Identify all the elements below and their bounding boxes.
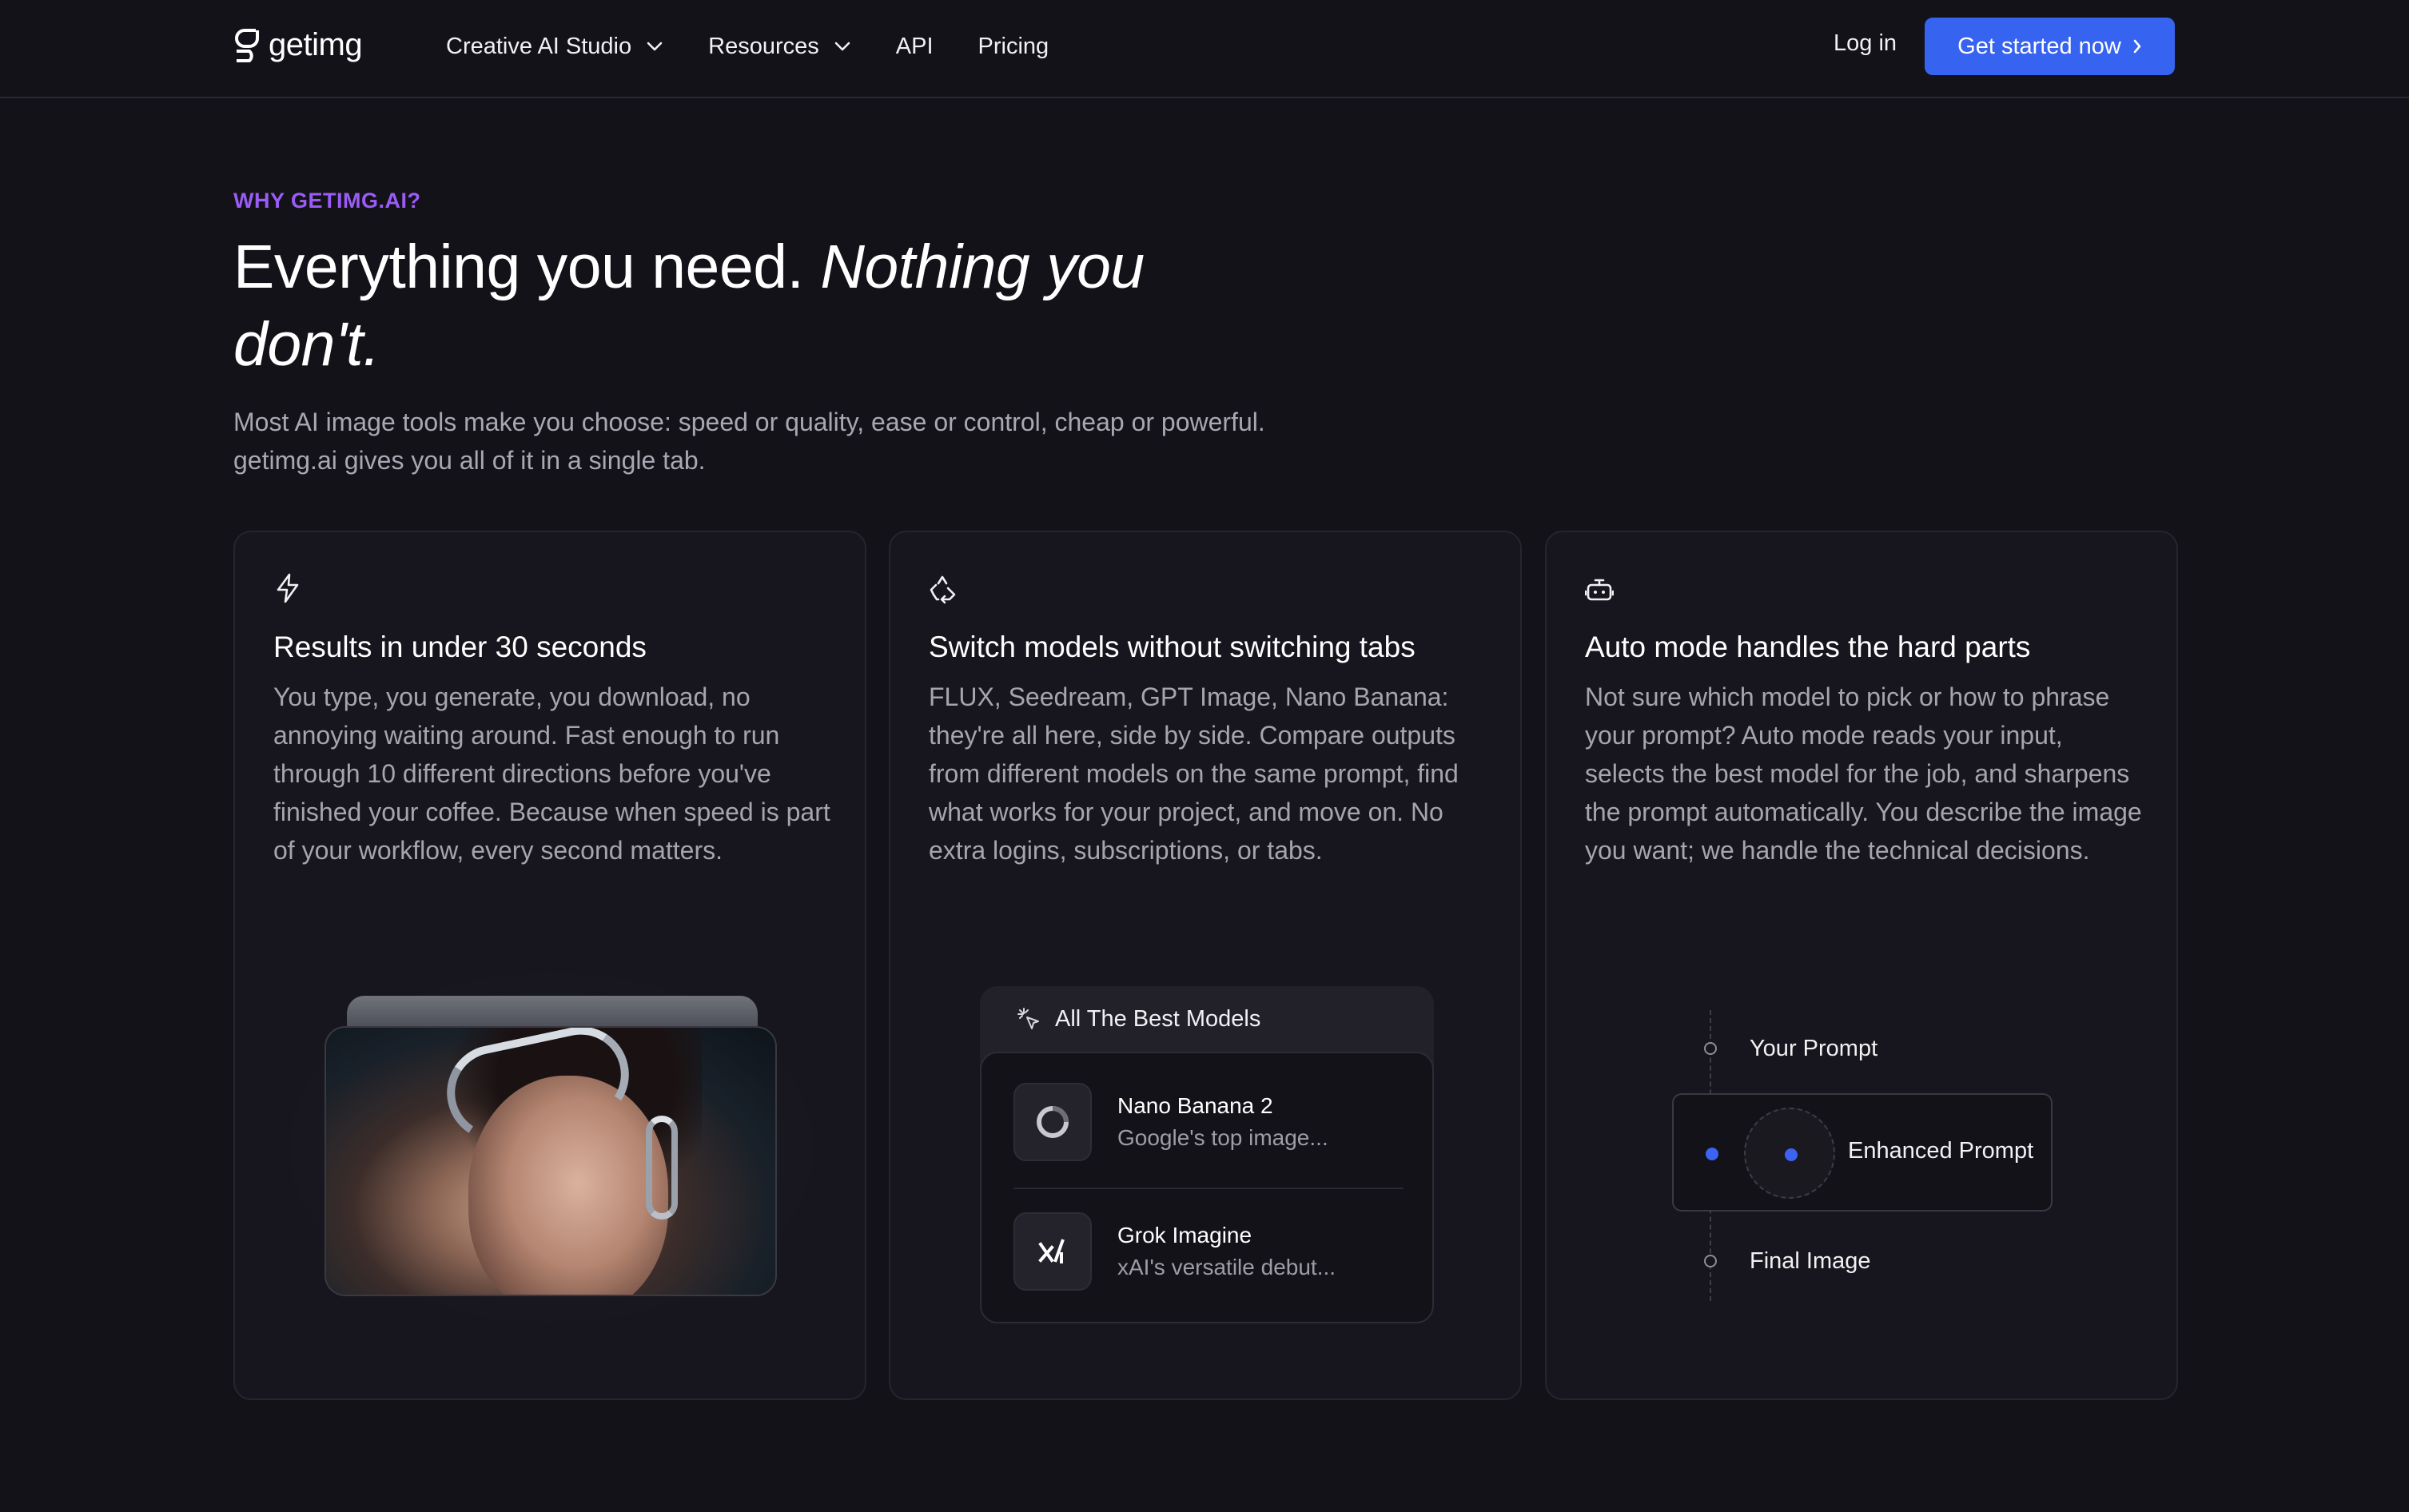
- portrait-earring: [646, 1116, 678, 1220]
- chevron-down-icon: [834, 42, 850, 51]
- models-panel-title: All The Best Models: [1055, 1005, 1261, 1032]
- gemini-swirl-icon: [1037, 1106, 1069, 1138]
- model-name: Nano Banana 2: [1117, 1093, 1273, 1118]
- card-title: Switch models without switching tabs: [929, 631, 1416, 663]
- flow-step-dot: [1704, 1255, 1717, 1267]
- card-body: Not sure which model to pick or how to p…: [1585, 682, 2142, 865]
- logo[interactable]: getimg: [233, 26, 363, 64]
- flow-active-dot: [1706, 1148, 1718, 1160]
- model-icon: [1013, 1083, 1092, 1161]
- model-desc: xAI's versatile debut...: [1117, 1255, 1336, 1279]
- get-started-label: Get started now: [1957, 33, 2121, 59]
- nav-pricing[interactable]: Pricing: [978, 34, 1049, 60]
- section-subhead: Most AI image tools make you choose: spe…: [233, 408, 1265, 475]
- nav-link-label: Pricing: [978, 33, 1049, 59]
- nav-link-label: Creative AI Studio: [446, 33, 632, 59]
- models-panel-header: All The Best Models: [1017, 1004, 1260, 1034]
- feature-card-auto-mode: Auto mode handles the hard parts Not sur…: [1545, 531, 2178, 1400]
- top-nav: getimg Creative AI Studio Resources API …: [0, 0, 2409, 98]
- model-text: Nano Banana 2 Google's top image...: [1117, 1090, 1328, 1154]
- flow-ring-dot: [1785, 1148, 1798, 1161]
- card-body: You type, you generate, you download, no…: [273, 682, 830, 865]
- sparkle-cursor-icon: [1017, 1008, 1039, 1029]
- models-list: Nano Banana 2 Google's top image... Grok…: [980, 1052, 1434, 1323]
- nav-creative-ai-studio[interactable]: Creative AI Studio: [446, 34, 663, 60]
- flow-step-enhanced-box: Enhanced Prompt: [1672, 1093, 2053, 1212]
- get-started-button[interactable]: Get started now: [1925, 18, 2175, 75]
- xai-logo-icon: [1038, 1239, 1065, 1263]
- feature-card-speed: Results in under 30 seconds You type, yo…: [233, 531, 866, 1400]
- generated-portrait-image: [325, 1026, 777, 1296]
- model-desc: Google's top image...: [1117, 1125, 1328, 1150]
- flow-step-final-image: Final Image: [1750, 1248, 1871, 1274]
- robot-icon: [1585, 579, 1614, 601]
- flow-step-dot: [1704, 1042, 1717, 1055]
- card-title: Auto mode handles the hard parts: [1585, 631, 2031, 663]
- headline-regular: Everything you need.: [233, 233, 821, 301]
- flow-step-enhanced-prompt: Enhanced Prompt: [1848, 1138, 2034, 1164]
- lightning-icon: [277, 573, 299, 603]
- logo-text: getimg: [269, 26, 363, 62]
- section-eyebrow: WHY GETIMG.AI?: [233, 189, 421, 213]
- chevron-down-icon: [647, 42, 663, 51]
- feature-card-models: Switch models without switching tabs FLU…: [889, 531, 1522, 1400]
- nav-resources[interactable]: Resources: [708, 34, 851, 60]
- login-link[interactable]: Log in: [1834, 30, 1897, 57]
- model-item-nano-banana[interactable]: Nano Banana 2 Google's top image...: [1013, 1082, 1404, 1162]
- model-text: Grok Imagine xAI's versatile debut...: [1117, 1220, 1336, 1283]
- nav-link-label: API: [895, 33, 934, 59]
- chevron-right-icon: [2133, 39, 2141, 54]
- nav-link-label: Resources: [708, 33, 819, 59]
- section-headline: Everything you need. Nothing you don't.: [233, 229, 1272, 384]
- getimg-logo-icon: [235, 29, 259, 62]
- nav-api[interactable]: API: [896, 34, 934, 60]
- model-name: Grok Imagine: [1117, 1223, 1252, 1247]
- flow-progress-ring: [1744, 1108, 1835, 1199]
- model-divider: [1013, 1188, 1404, 1189]
- flow-step-your-prompt: Your Prompt: [1750, 1036, 1878, 1061]
- card-body: FLUX, Seedream, GPT Image, Nano Banana: …: [929, 682, 1459, 865]
- model-item-grok-imagine[interactable]: Grok Imagine xAI's versatile debut...: [1013, 1212, 1404, 1291]
- nav-links: Creative AI Studio Resources API Pricing: [446, 29, 1093, 64]
- recycle-icon: [930, 575, 956, 604]
- card-title: Results in under 30 seconds: [273, 631, 647, 663]
- model-icon: [1013, 1212, 1092, 1291]
- models-panel: All The Best Models Nano Banana 2 Google…: [980, 986, 1434, 1323]
